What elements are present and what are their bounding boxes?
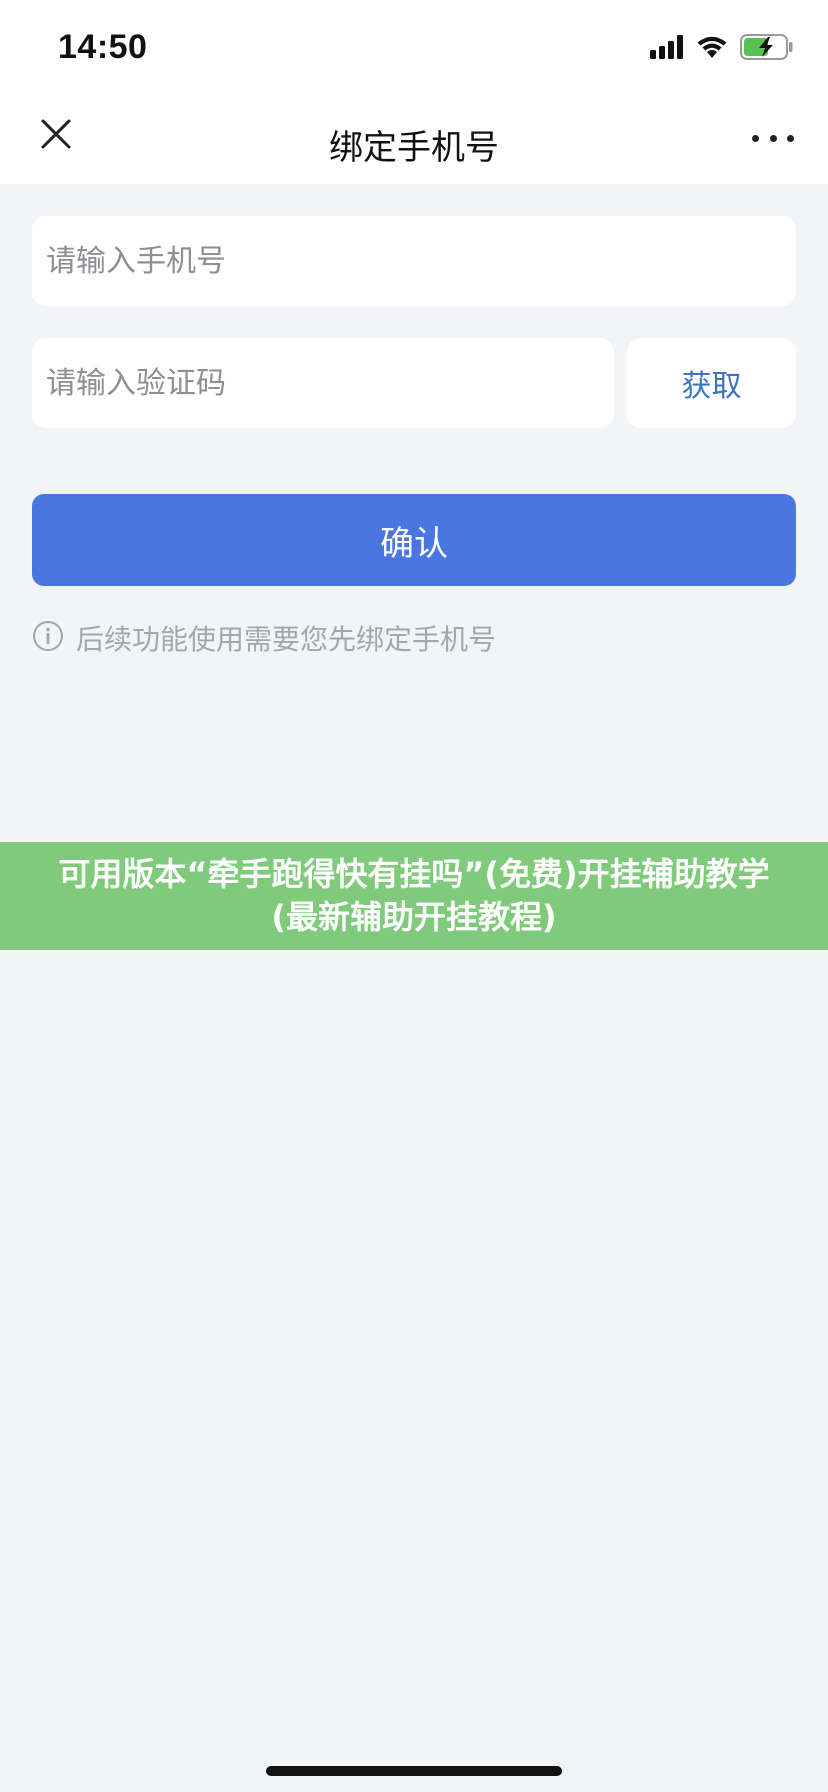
more-icon xyxy=(752,134,759,142)
more-button[interactable] xyxy=(752,128,794,148)
more-icon-dot xyxy=(769,134,777,142)
battery-charging-icon xyxy=(740,34,794,64)
home-indicator[interactable] xyxy=(266,1766,562,1776)
info-icon xyxy=(32,620,64,656)
status-bar: 14:50 xyxy=(0,0,828,94)
status-time: 14:50 xyxy=(58,28,148,66)
wifi-icon xyxy=(696,35,728,63)
get-code-button[interactable]: 获取 xyxy=(627,338,796,428)
overlay-banner: 可用版本“牵手跑得快有挂吗”(免费)开挂辅助教学(最新辅助开挂教程) xyxy=(0,842,828,950)
signal-icon xyxy=(650,35,684,63)
more-icon-dot xyxy=(787,134,794,142)
nav-bar: 绑定手机号 xyxy=(0,94,828,184)
code-field-container xyxy=(32,338,614,428)
hint-text: 后续功能使用需要您先绑定手机号 xyxy=(76,623,497,656)
confirm-button[interactable]: 确认 xyxy=(32,494,796,586)
page-title: 绑定手机号 xyxy=(329,128,499,168)
verification-code-input[interactable] xyxy=(32,338,614,428)
banner-text: 可用版本“牵手跑得快有挂吗”(免费)开挂辅助教学(最新辅助开挂教程) xyxy=(58,855,770,936)
status-icons xyxy=(650,34,794,64)
hint: 后续功能使用需要您先绑定手机号 xyxy=(32,618,496,658)
phone-field-container xyxy=(32,216,796,306)
phone-input[interactable] xyxy=(32,216,796,306)
